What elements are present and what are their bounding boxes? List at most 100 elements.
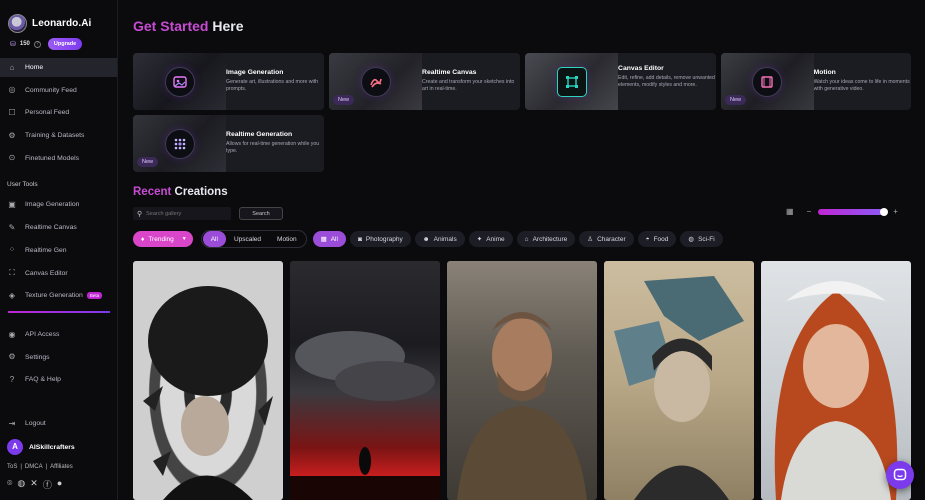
grid-icon: ▦: [320, 236, 327, 243]
sidebar-item-home[interactable]: ⌂ Home: [0, 58, 117, 77]
mode-upscaled[interactable]: Upscaled: [226, 231, 269, 247]
zoom-controls: ▦ − +: [786, 207, 898, 216]
card-image-generation[interactable]: Image Generation Generate art, illustrat…: [133, 53, 324, 110]
card-title: Canvas Editor: [618, 65, 664, 72]
brand-name: Leonardo.Ai: [32, 18, 92, 29]
sidebar-item-label: Realtime Canvas: [25, 224, 77, 232]
sidebar-item-image-generation[interactable]: ▣ Image Generation: [0, 195, 117, 214]
zoom-slider-handle[interactable]: [880, 207, 889, 216]
zoom-slider[interactable]: [818, 207, 889, 216]
user-profile[interactable]: A AISkillcrafters: [7, 439, 75, 455]
title-rest: Here: [208, 18, 244, 34]
sidebar-item-realtime-canvas[interactable]: ✎ Realtime Canvas: [0, 218, 117, 237]
sidebar-divider: [8, 311, 110, 313]
chat-icon: [893, 468, 907, 481]
category-character[interactable]: ♙ Character: [579, 231, 634, 247]
zoom-out-icon[interactable]: −: [807, 207, 812, 216]
planet-icon: ◍: [688, 236, 695, 243]
search-button[interactable]: Search: [239, 207, 283, 220]
category-all[interactable]: ▦ All: [312, 231, 346, 247]
realtime-gen-icon: ⁘: [8, 245, 16, 255]
logout-icon: ⇥: [8, 418, 16, 428]
dmca-link[interactable]: DMCA: [25, 464, 43, 470]
bearded-man-image: [457, 312, 587, 500]
footer-links: ToS | DMCA | Affiliates: [7, 464, 73, 470]
sidebar-item-api-access[interactable]: ◉ API Access: [0, 325, 118, 344]
gallery-image[interactable]: [761, 261, 911, 500]
sidebar-item-training[interactable]: ⚙ Training & Datasets: [0, 126, 117, 145]
card-description: Edit, refine, add details, remove unwant…: [618, 75, 715, 88]
tos-link[interactable]: ToS: [7, 464, 17, 470]
discord-icon[interactable]: ⌾: [7, 478, 12, 491]
sidebar-item-realtime-gen[interactable]: ⁘ Realtime Gen: [0, 241, 117, 260]
card-art: New: [133, 115, 227, 172]
trending-dropdown[interactable]: ♦ Trending ▼: [133, 231, 193, 247]
category-photography[interactable]: ◙ Photography: [349, 231, 411, 247]
card-canvas-editor[interactable]: Canvas Editor Edit, refine, add details,…: [525, 53, 716, 110]
category-label: Sci-Fi: [698, 235, 715, 243]
sidebar-item-canvas-editor[interactable]: ⛶ Canvas Editor: [0, 264, 117, 283]
avatar: A: [7, 439, 23, 455]
chat-support-button[interactable]: [886, 461, 914, 489]
logout-button[interactable]: ⇥ Logout: [0, 414, 118, 433]
collage-portrait-image: [614, 276, 744, 500]
canvas-editor-icon: ⛶: [9, 268, 15, 277]
sparkle-icon: ✦: [476, 236, 483, 243]
gallery-image[interactable]: [447, 261, 597, 500]
mode-motion[interactable]: Motion: [269, 231, 305, 247]
sidebar-item-texture-generation[interactable]: ◈ Texture Generation Beta: [0, 286, 117, 305]
app-root: Leonardo.Ai ⛁ 150 ? Upgrade ⌂ Home ◎ Com…: [0, 0, 925, 500]
mode-segmented-control: All Upscaled Motion: [200, 230, 307, 248]
models-icon: ⊙: [8, 153, 16, 163]
new-badge: New: [725, 95, 747, 105]
category-animals[interactable]: ☻ Animals: [414, 231, 465, 247]
gallery-image[interactable]: [133, 261, 283, 500]
sidebar-item-finetuned-models[interactable]: ⊙ Finetuned Models: [0, 149, 117, 168]
woman-with-leaves-image: [143, 286, 273, 500]
zoom-in-icon[interactable]: +: [893, 207, 898, 216]
person-icon: ♙: [587, 236, 594, 243]
sidebar-item-faq-help[interactable]: ? FAQ & Help: [0, 370, 118, 389]
token-icon: ⛁: [10, 41, 16, 48]
card-realtime-generation[interactable]: New Realtime Generation Allows for real-…: [133, 115, 324, 172]
grid-view-icon[interactable]: ▦: [786, 207, 794, 216]
help-icon: ?: [9, 374, 15, 384]
sidebar-item-label: FAQ & Help: [25, 376, 61, 384]
info-icon[interactable]: ?: [33, 40, 41, 48]
chevron-down-icon: ▼: [181, 236, 187, 242]
apple-icon[interactable]: ●: [57, 478, 62, 491]
card-description: Watch your ideas come to life in moments…: [813, 79, 910, 92]
category-anime[interactable]: ✦ Anime: [468, 231, 513, 247]
sidebar-item-label: Training & Datasets: [25, 132, 85, 140]
category-food[interactable]: ◓ Food: [637, 231, 677, 247]
category-label: Food: [653, 235, 669, 243]
upgrade-button[interactable]: Upgrade: [47, 38, 83, 50]
training-icon: ⚙: [8, 130, 16, 140]
card-title: Image Generation: [226, 69, 284, 76]
logout-row: ⇥ Logout: [0, 414, 118, 437]
affiliates-link[interactable]: Affiliates: [50, 464, 73, 470]
sidebar-item-community-feed[interactable]: ◎ Community Feed: [0, 81, 117, 100]
sidebar-item-label: Realtime Gen: [25, 246, 67, 254]
x-icon[interactable]: ✕: [30, 478, 38, 491]
category-architecture[interactable]: ⌂ Architecture: [516, 231, 576, 247]
brand[interactable]: Leonardo.Ai: [0, 0, 117, 33]
camera-icon: ◙: [357, 235, 362, 243]
card-realtime-canvas[interactable]: New Realtime Canvas Create and transform…: [329, 53, 520, 110]
sidebar-item-personal-feed[interactable]: ☐ Personal Feed: [0, 103, 117, 122]
card-motion[interactable]: New Motion Watch your ideas come to life…: [721, 53, 911, 110]
sidebar-item-settings[interactable]: ⚙ Settings: [0, 348, 118, 367]
gallery-image[interactable]: [604, 261, 754, 500]
sidebar-item-label: Settings: [25, 353, 50, 361]
reddit-icon[interactable]: ◍: [17, 478, 25, 491]
beta-badge: Beta: [86, 292, 103, 300]
section-title-rest: Creations: [171, 186, 228, 198]
mode-all[interactable]: All: [202, 231, 226, 247]
gallery-image[interactable]: [290, 261, 440, 500]
realtime-canvas-icon: ✎: [8, 222, 16, 232]
search-input[interactable]: [146, 210, 227, 217]
facebook-icon[interactable]: ⓕ: [43, 478, 52, 491]
personal-icon: ☐: [8, 107, 16, 117]
category-sci-fi[interactable]: ◍ Sci-Fi: [680, 231, 723, 247]
leonardo-logo-icon: [8, 14, 27, 33]
